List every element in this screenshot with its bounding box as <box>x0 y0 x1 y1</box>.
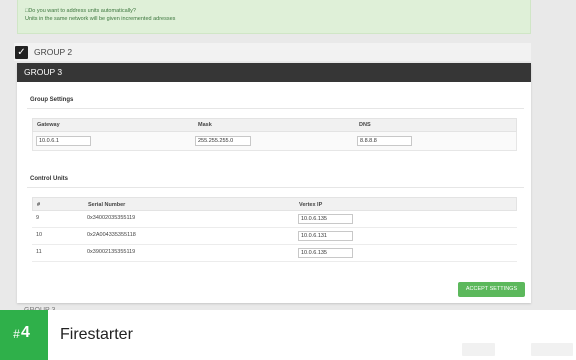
unit-index: 9 <box>36 215 40 221</box>
app-name[interactable]: Firestarter <box>60 326 133 344</box>
app-screenshot: □Do you want to address units automatica… <box>0 0 576 314</box>
gateway-column-header: Gateway <box>37 122 60 128</box>
auto-address-alert: □Do you want to address units automatica… <box>17 0 531 34</box>
group-3-header[interactable]: GROUP 3 <box>17 63 531 82</box>
group-settings-table: Gateway Mask DNS 10.0.6.1 255.255.255.0 … <box>32 118 517 151</box>
group-2-row[interactable]: ✓ GROUP 2 <box>14 43 531 61</box>
mask-input[interactable]: 255.255.255.0 <box>195 136 251 146</box>
unit-index: 11 <box>36 249 42 255</box>
alert-description: Units in the same network will be given … <box>25 16 176 22</box>
alert-question[interactable]: □Do you want to address units automatica… <box>25 7 523 15</box>
group-3-panel: GROUP 3 Group Settings Gateway Mask DNS … <box>17 63 531 303</box>
serial-column-header: Serial Number <box>88 202 126 208</box>
hash-symbol: # <box>13 327 20 341</box>
unit-index: 10 <box>36 232 43 238</box>
app-banner: # 4 Firestarter <box>0 310 576 360</box>
faded-button <box>531 343 573 356</box>
dns-input[interactable]: 8.8.8.8 <box>357 136 412 146</box>
index-column-header: # <box>37 202 41 208</box>
vertex-ip-input[interactable]: 10.0.6.135 <box>298 248 353 258</box>
accept-settings-button[interactable]: ACCEPT SETTINGS <box>458 282 525 297</box>
table-row: 9 0x34002035355119 10.0.6.135 <box>32 211 517 228</box>
dns-column-header: DNS <box>359 122 371 128</box>
group-2-label: GROUP 2 <box>34 47 73 57</box>
settings-header-row: Gateway Mask DNS <box>32 118 517 132</box>
unit-serial: 0x2A004335355118 <box>87 232 136 238</box>
divider <box>27 108 524 109</box>
mask-column-header: Mask <box>198 122 212 128</box>
faded-button <box>462 343 495 356</box>
control-units-table: # Serial Number Vertex IP 9 0x3400203535… <box>32 197 517 263</box>
table-row: 10 0x2A004335355118 10.0.6.131 <box>32 228 517 245</box>
rank-badge: # 4 <box>0 310 48 360</box>
settings-values-row: 10.0.6.1 255.255.255.0 8.8.8.8 <box>32 132 517 151</box>
checkmark-icon[interactable]: ✓ <box>15 45 28 59</box>
vertex-ip-input[interactable]: 10.0.6.131 <box>298 231 353 241</box>
group-settings-title: Group Settings <box>30 97 74 103</box>
vertex-ip-column-header: Vertex IP <box>299 202 323 208</box>
unit-serial: 0x39002135355119 <box>87 249 136 255</box>
gateway-input[interactable]: 10.0.6.1 <box>36 136 91 146</box>
units-header-row: # Serial Number Vertex IP <box>32 197 517 211</box>
unit-serial: 0x34002035355119 <box>87 215 136 221</box>
divider <box>27 187 524 188</box>
vertex-ip-input[interactable]: 10.0.6.135 <box>298 214 353 224</box>
rank-number: 4 <box>21 324 30 341</box>
control-units-title: Control Units <box>30 176 68 182</box>
table-row: 11 0x39002135355119 10.0.6.135 <box>32 245 517 262</box>
